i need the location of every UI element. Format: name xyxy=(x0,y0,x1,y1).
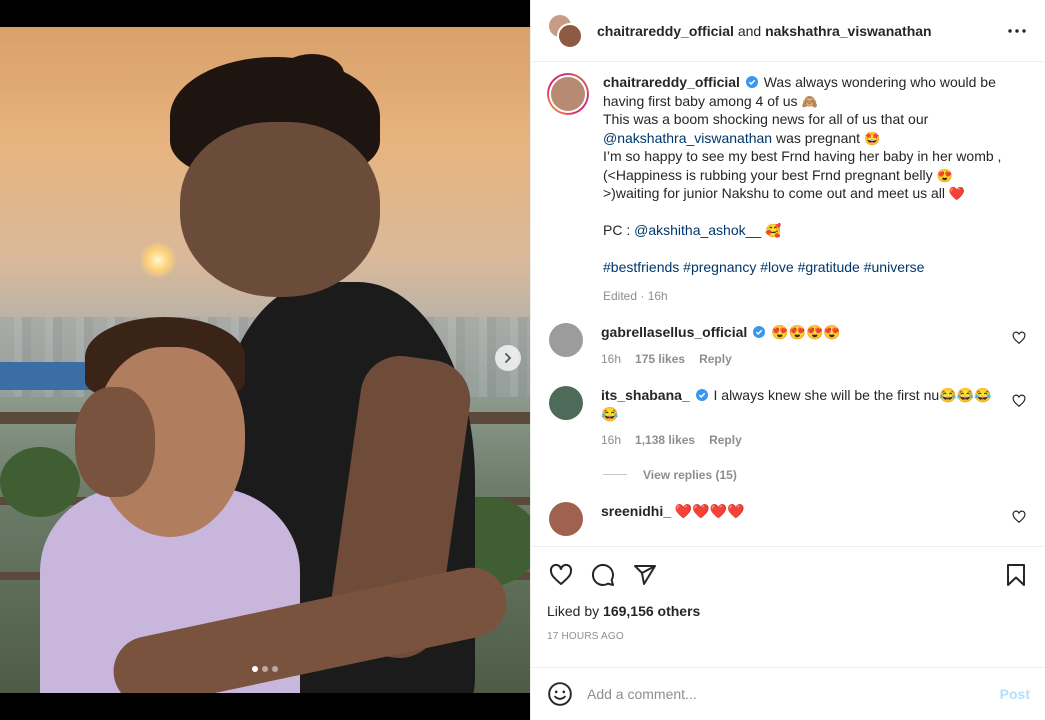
likes-prefix: Liked by xyxy=(547,603,600,619)
post-timestamp: 17 HOURS AGO xyxy=(547,631,624,642)
caption-text: This was a boom shocking news for all of… xyxy=(603,111,929,127)
heart-icon[interactable] xyxy=(1012,510,1026,524)
caption-emoji: 😍 xyxy=(936,167,953,183)
comment-time: 16h xyxy=(601,351,622,366)
comment-text: ❤️❤️❤️❤️ xyxy=(674,502,745,519)
tree xyxy=(0,447,80,517)
caption-text: PC : xyxy=(603,222,631,238)
heart-icon xyxy=(549,563,573,585)
caption-edited-time: Edited · 16h xyxy=(603,288,668,303)
heart-icon[interactable] xyxy=(1012,394,1026,408)
comment-likes[interactable]: 175 likes xyxy=(635,350,685,369)
view-replies-button[interactable]: View replies (15) xyxy=(603,468,1030,482)
story-ring[interactable] xyxy=(547,73,589,115)
comment-username[interactable]: gabrellasellus_official xyxy=(601,324,747,340)
carousel-dot xyxy=(262,666,268,672)
comment-input[interactable] xyxy=(587,686,1000,702)
verified-badge-icon xyxy=(753,326,766,338)
comment-username[interactable]: its_shabana_ xyxy=(601,387,690,403)
comment-item: sreenidhi_ ❤️❤️❤️❤️ xyxy=(547,501,1030,536)
more-options-button[interactable] xyxy=(1005,19,1029,43)
carousel-dots xyxy=(0,666,530,672)
avatar xyxy=(549,75,587,113)
likes-summary: Liked by 169,156 others xyxy=(531,603,1045,619)
face xyxy=(180,122,380,297)
caption-mention[interactable]: @akshitha_ashok__ xyxy=(634,222,761,238)
comments-section[interactable]: chaitrareddy_official Was always wonderi… xyxy=(531,63,1045,546)
avatar[interactable] xyxy=(549,323,583,357)
caption-emoji: 🤩 xyxy=(863,130,881,146)
post-header: chaitrareddy_official and nakshathra_vis… xyxy=(531,0,1045,62)
verified-badge-icon xyxy=(695,389,708,401)
avatar[interactable] xyxy=(549,501,583,536)
hand xyxy=(75,387,155,497)
hair-bun xyxy=(280,54,344,94)
view-replies-label: View replies (15) xyxy=(643,467,737,482)
post-caption: chaitrareddy_official Was always wonderi… xyxy=(547,73,1030,305)
comment-time: 16h xyxy=(601,433,622,447)
caption-mention[interactable]: @nakshathra_viswanathan xyxy=(603,130,772,146)
add-comment-bar: Post xyxy=(531,667,1045,720)
bookmark-icon xyxy=(1007,564,1025,586)
caption-text: >)waiting for junior Nakshu to come out … xyxy=(603,185,946,201)
post-actions-area: Liked by 169,156 others 17 HOURS AGO xyxy=(531,546,1045,642)
post-panel: chaitrareddy_official and nakshathra_vis… xyxy=(530,0,1045,720)
caption-emoji: 🙈 xyxy=(801,93,818,109)
caption-username[interactable]: chaitrareddy_official xyxy=(603,74,740,90)
reply-button[interactable]: Reply xyxy=(709,431,742,450)
emoji-icon[interactable] xyxy=(547,681,573,707)
avatar xyxy=(557,22,583,49)
reply-button[interactable]: Reply xyxy=(699,350,732,369)
comment-username[interactable]: sreenidhi_ xyxy=(601,503,671,519)
author-username[interactable]: chaitrareddy_official xyxy=(597,23,734,39)
like-button[interactable] xyxy=(547,561,575,589)
comment-likes[interactable]: 1,138 likes xyxy=(635,431,695,450)
caption-hashtags[interactable]: #bestfriends #pregnancy #love #gratitude… xyxy=(603,259,924,275)
caption-text: was pregnant xyxy=(775,129,861,146)
author-username[interactable]: nakshathra_viswanathan xyxy=(765,23,932,39)
post-comment-button[interactable]: Post xyxy=(1000,686,1030,702)
comment-button[interactable] xyxy=(589,561,617,589)
share-icon xyxy=(634,565,656,585)
caption-emoji: ❤️ xyxy=(948,186,966,201)
chevron-right-icon xyxy=(505,353,512,363)
avatar[interactable] xyxy=(549,386,583,420)
carousel-dot xyxy=(272,666,278,672)
more-icon xyxy=(1008,28,1026,33)
carousel-dot xyxy=(252,666,258,672)
action-bar xyxy=(531,547,1045,603)
carousel-next-button[interactable] xyxy=(495,345,521,371)
comment-icon xyxy=(591,563,614,586)
collab-avatars[interactable] xyxy=(547,12,583,49)
divider xyxy=(603,474,627,475)
verified-badge-icon xyxy=(745,76,758,88)
post-photo[interactable] xyxy=(0,27,530,693)
save-button[interactable] xyxy=(1002,561,1030,589)
comment-item: its_shabana_ I always knew she will be t… xyxy=(547,386,1030,450)
likes-count-link[interactable]: 169,156 others xyxy=(603,603,700,619)
post-authors: chaitrareddy_official and nakshathra_vis… xyxy=(597,23,1005,39)
post-media xyxy=(0,0,530,720)
author-conjunction: and xyxy=(737,22,762,39)
sunset xyxy=(140,242,176,278)
caption-emoji: 🥰 xyxy=(765,223,782,238)
heart-icon[interactable] xyxy=(1012,331,1026,345)
share-button[interactable] xyxy=(631,561,659,589)
comment-item: gabrellasellus_official 😍😍😍😍 16h 175 lik… xyxy=(547,323,1030,368)
comment-text: 😍😍😍😍 xyxy=(771,324,841,340)
